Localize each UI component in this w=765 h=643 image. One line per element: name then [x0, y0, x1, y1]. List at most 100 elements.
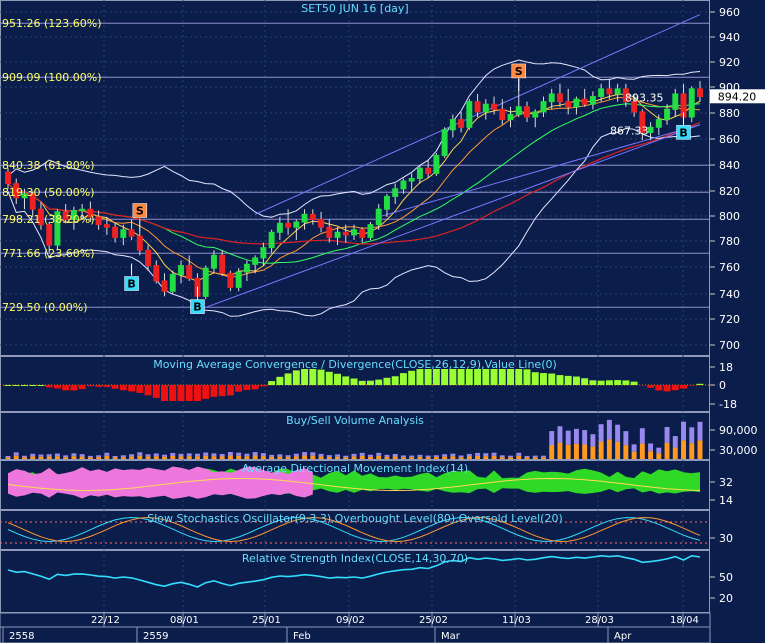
macd-bar [169, 385, 177, 401]
macd-bar [78, 385, 86, 390]
volume-buy-bar [631, 451, 637, 459]
volume-buy-bar [244, 456, 250, 459]
volume-sell-bar [137, 452, 143, 456]
candle-body [392, 188, 399, 197]
candle-body [268, 231, 275, 249]
volume-sell-bar [549, 431, 555, 446]
macd-bar [210, 385, 218, 397]
macd-bar [581, 378, 589, 385]
macd-bar [325, 371, 333, 385]
volume-buy-bar [38, 456, 44, 459]
signal-letter: B [679, 126, 687, 139]
candle-body [169, 274, 176, 292]
candle-body [474, 101, 481, 113]
macd-bar [383, 377, 391, 385]
volume-sell-bar [252, 452, 258, 456]
indicator-tick-label: -18 [719, 398, 737, 411]
volume-buy-bar [516, 455, 522, 459]
indicator-tick-label: 0 [719, 379, 726, 392]
candle-body [499, 108, 506, 121]
macd-bar [235, 385, 243, 392]
volume-buy-bar [491, 455, 497, 459]
candle-body [219, 254, 226, 274]
indicator-tick-label: 30 [719, 532, 733, 545]
volume-buy-bar [475, 455, 481, 459]
candle-body [408, 178, 415, 182]
macd-bar [45, 385, 53, 388]
candle-body [301, 213, 308, 223]
date-tick-label: 25/02 [419, 615, 448, 626]
candle-body [466, 101, 473, 128]
fib-level-label: 840.38 (61.80%) [2, 159, 95, 172]
date-tick-label: 28/03 [585, 615, 614, 626]
candle-body [482, 103, 489, 113]
period-label: Mar [441, 631, 461, 642]
volume-sell-bar [326, 455, 332, 458]
macd-bar [597, 380, 605, 385]
volume-sell-bar [46, 454, 52, 457]
volume-buy-bar [13, 455, 19, 459]
volume-buy-bar [129, 456, 135, 459]
volume-buy-bar [227, 455, 233, 459]
volume-sell-bar [557, 426, 563, 443]
macd-bar [317, 369, 325, 385]
candle-body [260, 247, 267, 259]
macd-bar [399, 373, 407, 385]
candle-body [359, 229, 366, 238]
macd-bar [556, 375, 564, 385]
candle-body [375, 208, 382, 226]
macd-bar [301, 369, 309, 385]
volume-buy-bar [623, 445, 629, 459]
candle-body [581, 98, 588, 105]
candle-body [400, 180, 407, 190]
fib-level-label: 909.09 (100.00%) [2, 71, 102, 84]
volume-sell-bar [244, 453, 250, 457]
volume-sell-bar [302, 452, 308, 456]
candle-body [112, 226, 119, 238]
price-annotation: 893.35 [625, 91, 664, 104]
volume-sell-bar [368, 454, 373, 457]
volume-buy-bar [639, 443, 645, 459]
volume-sell-bar [5, 456, 11, 458]
volume-buy-bar [557, 442, 563, 459]
macd-bar [136, 385, 144, 393]
volume-buy-bar [664, 442, 670, 459]
macd-bar [342, 376, 350, 385]
volume-buy-bar [178, 456, 184, 459]
period-label: Apr [614, 631, 632, 642]
volume-buy-bar [392, 456, 398, 459]
volume-buy-bar [5, 457, 11, 459]
volume-sell-bar [458, 455, 464, 458]
candle-body [342, 231, 349, 236]
chart-canvas: SBBSB 976.25 (138.20%)951.26 (123.60%)90… [0, 0, 765, 643]
candle-body [598, 88, 605, 98]
chart-title: SET50 JUN 16 [day] [301, 2, 408, 15]
candle-body [334, 231, 341, 238]
volume-sell-bar [392, 453, 398, 457]
volume-sell-bar [153, 453, 159, 457]
macd-bar [144, 385, 152, 396]
volume-sell-bar [524, 455, 530, 458]
volume-sell-bar [170, 452, 176, 456]
signal-letter: S [136, 205, 144, 218]
volume-buy-bar [252, 455, 258, 459]
macd-bar [259, 385, 267, 387]
candle-body [540, 101, 547, 113]
volume-sell-bar [598, 424, 604, 442]
macd-bar [12, 385, 20, 386]
macd-bar [334, 373, 341, 385]
volume-buy-bar [335, 456, 340, 459]
candle-body [672, 93, 679, 110]
macd-bar [614, 380, 622, 385]
volume-buy-bar [310, 455, 316, 459]
volume-sell-bar [541, 455, 546, 458]
volume-sell-bar [466, 453, 472, 457]
macd-bar [663, 385, 671, 392]
candle-body [120, 229, 127, 238]
macd-bar [95, 385, 103, 387]
volume-buy-bar [458, 457, 464, 459]
macd-bar [416, 369, 424, 385]
candle-body [145, 249, 152, 267]
candle-body [276, 222, 283, 233]
volume-buy-bar [508, 457, 513, 459]
